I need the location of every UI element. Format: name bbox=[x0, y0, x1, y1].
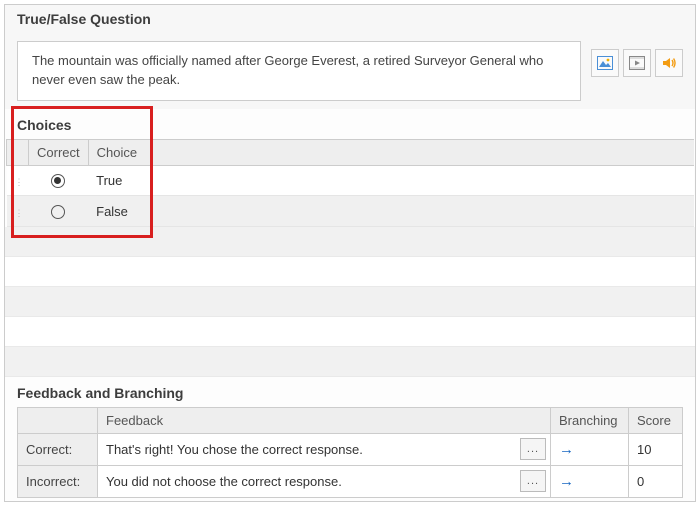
image-icon bbox=[597, 56, 613, 70]
feedback-text: That's right! You chose the correct resp… bbox=[106, 442, 363, 457]
choices-title: Choices bbox=[5, 115, 695, 139]
feedback-text: You did not choose the correct response. bbox=[106, 474, 342, 489]
choice-row: ⋮ False bbox=[7, 196, 695, 227]
branch-arrow-icon[interactable]: → bbox=[559, 473, 574, 490]
media-buttons bbox=[591, 49, 683, 77]
col-score: Score bbox=[629, 407, 683, 433]
feedback-row-correct: Correct: That's right! You chose the cor… bbox=[18, 433, 683, 465]
add-video-button[interactable] bbox=[623, 49, 651, 77]
choice-label[interactable]: True bbox=[88, 165, 694, 196]
score-cell[interactable]: 0 bbox=[629, 465, 683, 497]
feedback-text-cell[interactable]: That's right! You chose the correct resp… bbox=[98, 433, 551, 465]
video-icon bbox=[629, 56, 645, 70]
choice-label[interactable]: False bbox=[88, 196, 694, 227]
feedback-table: Feedback Branching Score Correct: That's… bbox=[17, 407, 683, 498]
choices-section: Choices Correct Choice ⋮ True ⋮ Fals bbox=[5, 109, 695, 377]
branch-arrow-icon[interactable]: → bbox=[559, 441, 574, 458]
audio-icon bbox=[661, 56, 677, 70]
question-type-title: True/False Question bbox=[5, 5, 695, 33]
feedback-row-incorrect: Incorrect: You did not choose the correc… bbox=[18, 465, 683, 497]
score-cell[interactable]: 10 bbox=[629, 433, 683, 465]
choices-table: Correct Choice ⋮ True ⋮ False bbox=[6, 139, 694, 227]
add-image-button[interactable] bbox=[591, 49, 619, 77]
question-row: The mountain was officially named after … bbox=[5, 33, 695, 109]
correct-radio-true[interactable] bbox=[51, 174, 65, 188]
edit-feedback-button[interactable]: ... bbox=[520, 470, 546, 492]
feedback-section: Feedback and Branching Feedback Branchin… bbox=[5, 377, 695, 498]
drag-handle-icon[interactable]: ⋮ bbox=[15, 212, 21, 215]
row-label: Correct: bbox=[18, 433, 98, 465]
col-correct: Correct bbox=[29, 139, 89, 165]
edit-feedback-button[interactable]: ... bbox=[520, 438, 546, 460]
feedback-text-cell[interactable]: You did not choose the correct response.… bbox=[98, 465, 551, 497]
add-audio-button[interactable] bbox=[655, 49, 683, 77]
question-text-box[interactable]: The mountain was officially named after … bbox=[17, 41, 581, 101]
empty-rows bbox=[5, 227, 695, 377]
question-editor-panel: True/False Question The mountain was off… bbox=[4, 4, 696, 502]
feedback-title: Feedback and Branching bbox=[5, 383, 695, 407]
col-feedback: Feedback bbox=[98, 407, 551, 433]
correct-radio-false[interactable] bbox=[51, 205, 65, 219]
row-label: Incorrect: bbox=[18, 465, 98, 497]
choice-row: ⋮ True bbox=[7, 165, 695, 196]
drag-handle-icon[interactable]: ⋮ bbox=[15, 181, 21, 184]
col-branching: Branching bbox=[551, 407, 629, 433]
col-choice: Choice bbox=[88, 139, 694, 165]
